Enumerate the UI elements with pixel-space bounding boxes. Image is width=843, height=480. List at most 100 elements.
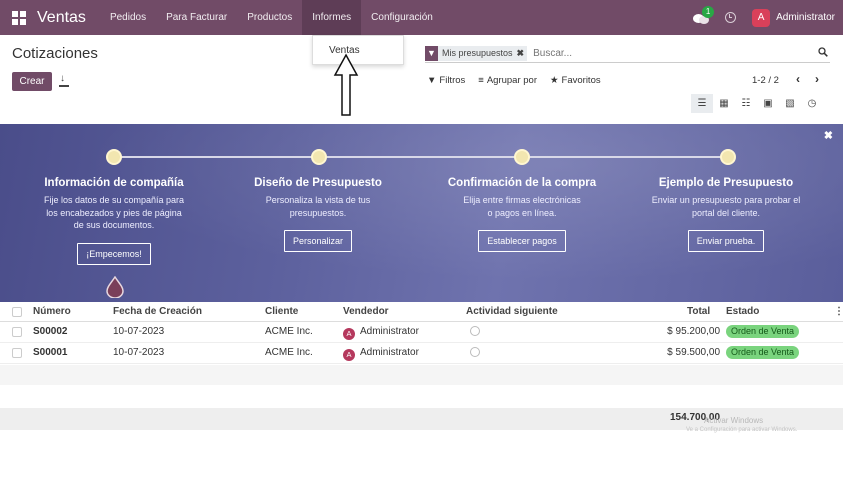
user-avatar[interactable]: A <box>752 8 771 27</box>
menu-informes[interactable]: Informes <box>302 0 362 35</box>
seller-name: Administrator <box>360 326 419 337</box>
calendar-view-icon[interactable]: ☷ <box>735 94 757 113</box>
seller-avatar: A <box>343 349 355 361</box>
cell-total: $ 95.200,00 <box>667 326 720 337</box>
pager-value[interactable]: 1-2 / 2 <box>752 75 779 86</box>
kanban-view-icon[interactable]: ▦ <box>713 94 735 113</box>
banner-close-icon[interactable]: ✖ <box>824 129 833 142</box>
search-options: ▼ Filtros ≡ Agrupar por ★ Favoritos <box>427 75 614 86</box>
annotation-arrow-icon <box>333 53 359 116</box>
facet-close-icon[interactable]: ✖ <box>517 48 528 59</box>
table-row[interactable]: S00001 10-07-2023 ACME Inc. A Administrat… <box>0 343 843 364</box>
apps-grid-icon[interactable] <box>12 10 26 25</box>
empty-row <box>0 365 843 385</box>
step-purchase-confirmation: Confirmación de la compra Elija entre fi… <box>422 177 622 252</box>
pager-previous-icon[interactable]: ‹ <box>796 72 800 86</box>
onboarding-banner: ✖ Información de compañía Fije los datos… <box>0 124 843 302</box>
header-client[interactable]: Cliente <box>265 302 298 322</box>
create-button[interactable]: Crear <box>12 72 52 91</box>
cell-date: 10-07-2023 <box>113 326 165 337</box>
table-header: Número Fecha de Creación Cliente Vendedo… <box>0 302 843 322</box>
groupby-icon: ≡ <box>478 75 484 86</box>
messages-badge: 1 <box>702 5 715 18</box>
activity-view-icon[interactable]: ◷ <box>801 94 823 113</box>
step-button-payments[interactable]: Establecer pagos <box>478 230 566 252</box>
filters-toggle[interactable]: ▼ Filtros <box>427 75 465 86</box>
cell-activity[interactable] <box>470 343 480 363</box>
activity-clock-icon[interactable] <box>725 12 737 23</box>
step-dot <box>514 149 530 165</box>
page-title: Cotizaciones <box>12 45 98 62</box>
step-title: Ejemplo de Presupuesto <box>658 177 794 189</box>
table-row[interactable]: S00002 10-07-2023 ACME Inc. A Administrat… <box>0 322 843 343</box>
step-description: Fije los datos de su compañía para los e… <box>43 195 185 230</box>
row-checkbox[interactable] <box>12 327 22 337</box>
download-icon[interactable]: ↓ <box>58 74 70 87</box>
search-input[interactable] <box>533 47 774 59</box>
header-total[interactable]: Total <box>687 302 710 322</box>
windows-watermark-text: Ve a Configuración para activar Windows. <box>686 427 798 433</box>
favorites-toggle[interactable]: ★ Favoritos <box>550 75 601 86</box>
step-dot <box>720 149 736 165</box>
filter-icon: ▼ <box>425 45 438 61</box>
step-company-info: Información de compañía Fije los datos d… <box>14 177 214 265</box>
messages-icon[interactable]: 1 <box>693 5 715 25</box>
cell-total: $ 59.500,00 <box>667 347 720 358</box>
cell-seller: A Administrator <box>343 322 419 342</box>
header-state[interactable]: Estado <box>726 302 759 322</box>
pivot-view-icon[interactable]: ▣ <box>757 94 779 113</box>
step-button-customize[interactable]: Personalizar <box>283 230 353 252</box>
progress-line <box>113 156 730 158</box>
step-title: Información de compañía <box>44 177 184 189</box>
status-badge: Orden de Venta <box>726 346 800 359</box>
graph-view-icon[interactable]: ▧ <box>779 94 801 113</box>
cell-seller: A Administrator <box>343 343 419 363</box>
top-navbar: Ventas Pedidos Para Facturar Productos I… <box>0 0 843 35</box>
select-all-checkbox[interactable] <box>12 307 22 317</box>
cell-state: Orden de Venta <box>726 343 800 363</box>
step-title: Diseño de Presupuesto <box>254 177 382 189</box>
step-quote-design: Diseño de Presupuesto Personaliza la vis… <box>218 177 418 252</box>
menu-configuracion[interactable]: Configuración <box>361 0 443 35</box>
header-number[interactable]: Número <box>33 302 71 322</box>
star-icon: ★ <box>550 75 559 86</box>
search-bar: ▼ Mis presupuestos ✖ <box>425 44 830 63</box>
cell-date: 10-07-2023 <box>113 347 165 358</box>
user-name[interactable]: Administrator <box>776 12 835 23</box>
step-button-send-test[interactable]: Enviar prueba. <box>687 230 765 252</box>
menu-pedidos[interactable]: Pedidos <box>100 0 156 35</box>
funnel-icon: ▼ <box>427 75 437 86</box>
step-description: Personaliza la vista de tus presupuestos… <box>265 195 371 218</box>
step-button-start[interactable]: ¡Empecemos! <box>77 242 151 265</box>
activity-clock-icon[interactable] <box>470 326 480 336</box>
pager-next-icon[interactable]: › <box>815 72 819 86</box>
cell-state: Orden de Venta <box>726 322 800 342</box>
windows-watermark-title: Activar Windows <box>704 416 764 425</box>
step-description: Elija entre firmas electrónicas o pagos … <box>463 195 581 218</box>
status-badge: Orden de Venta <box>726 325 800 338</box>
groupby-toggle[interactable]: ≡ Agrupar por <box>478 75 537 86</box>
quotations-table: Número Fecha de Creación Cliente Vendedo… <box>0 302 843 364</box>
cell-client: ACME Inc. <box>265 347 313 358</box>
cell-client: ACME Inc. <box>265 326 313 337</box>
search-icon[interactable] <box>818 47 828 57</box>
activity-clock-icon[interactable] <box>470 347 480 357</box>
header-date[interactable]: Fecha de Creación <box>113 302 202 322</box>
search-facet: ▼ Mis presupuestos ✖ <box>425 45 528 61</box>
row-checkbox[interactable] <box>12 348 22 358</box>
header-activity[interactable]: Actividad siguiente <box>466 302 558 322</box>
step-dot <box>311 149 327 165</box>
step-description: Enviar un presupuesto para probar el por… <box>651 195 801 218</box>
cell-activity[interactable] <box>470 322 480 342</box>
seller-name: Administrator <box>360 347 419 358</box>
facet-label: Mis presupuestos <box>442 48 513 58</box>
step-sample-quote: Ejemplo de Presupuesto Enviar un presupu… <box>626 177 826 252</box>
header-seller[interactable]: Vendedor <box>343 302 389 322</box>
column-options-icon[interactable]: ⋮ <box>834 302 843 322</box>
menu-productos[interactable]: Productos <box>237 0 302 35</box>
current-step-marker-icon <box>106 276 124 298</box>
menu-para-facturar[interactable]: Para Facturar <box>156 0 237 35</box>
list-view-icon[interactable]: ☰ <box>691 94 713 113</box>
app-brand[interactable]: Ventas <box>37 9 86 27</box>
view-switcher: ☰ ▦ ☷ ▣ ▧ ◷ <box>691 94 823 113</box>
